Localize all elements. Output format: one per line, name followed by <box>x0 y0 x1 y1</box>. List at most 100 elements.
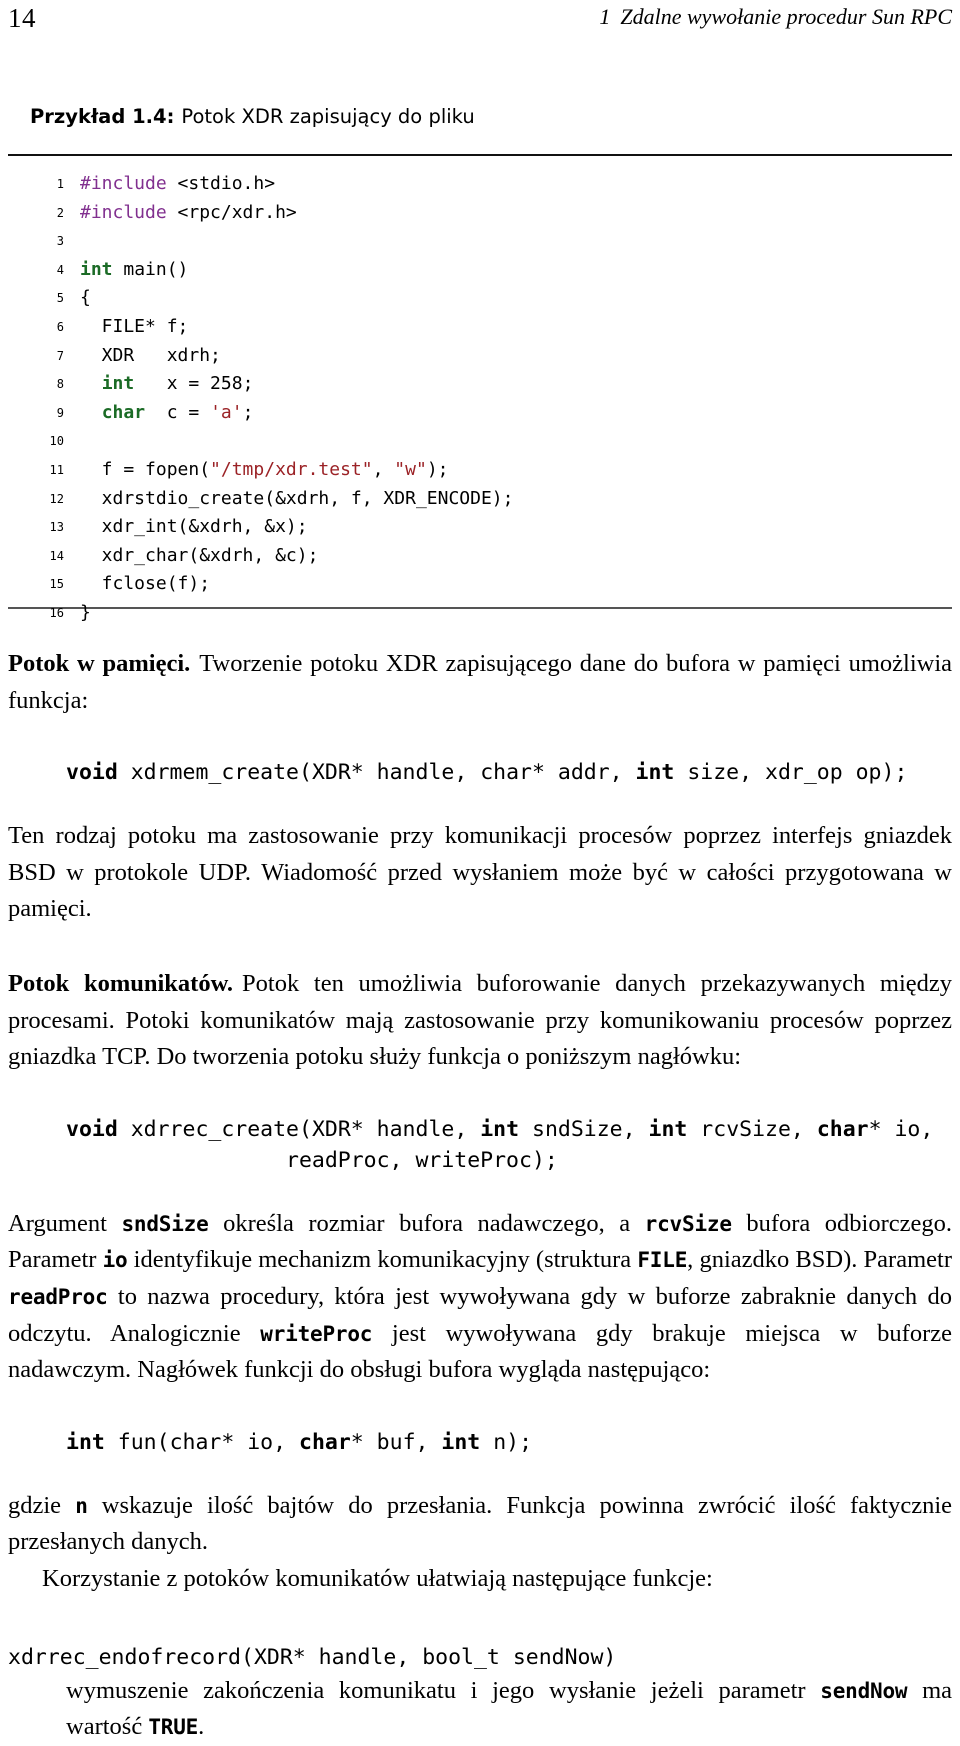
line-number: 1 <box>56 177 64 191</box>
body-text: Potok w pamięci. Tworzenie potoku XDR zap… <box>8 646 952 1746</box>
code-line: 14 xdr_char(&xdrh, &c); <box>30 542 513 571</box>
paragraph-record-stream-explain: Argument sndSize określa rozmiar bufora … <box>8 1206 952 1389</box>
running-head-chapter-number: 1 <box>599 4 611 29</box>
text-part: wskazuje ilość bajtów do przesłania. Fun… <box>8 1491 953 1556</box>
signature-keyword-void: void <box>66 1116 118 1142</box>
text-part: . <box>198 1713 205 1741</box>
line-code: FILE* f; <box>80 315 189 337</box>
paragraph-record-stream-intro: Potok komunikatów. Potok ten umożliwia bu… <box>8 966 952 1076</box>
line-code: f = fopen("/tmp/xdr.test", "w"); <box>80 458 449 480</box>
line-code: fclose(f); <box>80 573 211 595</box>
signature-part: * buf, <box>350 1429 442 1455</box>
code-listing: 1 #include <stdio.h> 2 #include <rpc/xdr.h… <box>30 170 514 628</box>
code-line: 10 <box>30 427 513 456</box>
code-line: 1 #include <stdio.h> <box>30 170 513 199</box>
running-head-title: 1 Zdalne wywołanie procedur Sun RPC <box>599 4 952 29</box>
line-code: xdr_int(&xdrh, &x); <box>80 516 308 538</box>
line-number: 10 <box>49 434 64 449</box>
signature-xdrrec-endofrecord: xdrrec_endofrecord(XDR* handle, bool_t s… <box>8 1644 617 1670</box>
paragraph-functions-intro: Korzystanie z potoków komunikatów ułatwi… <box>42 1564 713 1592</box>
line-number: 12 <box>49 491 64 506</box>
signature-part: size, xdr_op op); <box>674 760 908 786</box>
running-head: 14 1 Zdalne wywołanie procedur Sun RPC <box>0 0 960 40</box>
text-part: wymuszenie zakończenia komunikatu i jego… <box>66 1676 821 1704</box>
signature-keyword-char: char <box>816 1116 869 1142</box>
code-line: 7 XDR xdrh; <box>30 342 513 371</box>
listing-caption-label: Przykład 1.4: <box>30 105 175 128</box>
signature-xdrrec-create-line1: void xdrrec_create(XDR* handle, int sndS… <box>8 1114 952 1145</box>
line-number: 8 <box>56 377 64 392</box>
signature-keyword-int: int <box>480 1116 520 1142</box>
code-line: 12 xdrstdio_create(&xdrh, f, XDR_ENCODE)… <box>30 485 514 514</box>
signature-part: sndSize, <box>519 1116 649 1142</box>
line-number: 16 <box>49 605 64 620</box>
text-part: identyfikuje mechanizm komunikacyjny (st… <box>127 1246 638 1274</box>
line-code: int main() <box>80 258 189 280</box>
line-code: #include <rpc/xdr.h> <box>80 201 297 223</box>
code-line: 4 int main() <box>30 256 513 285</box>
signature-keyword-int: int <box>635 760 675 786</box>
line-number: 14 <box>49 548 64 563</box>
inline-code-sndsize: sndSize <box>121 1211 209 1236</box>
line-code: xdrstdio_create(&xdrh, f, XDR_ENCODE); <box>80 487 514 509</box>
inline-code-writeproc: writeProc <box>260 1321 373 1346</box>
code-line: 3 <box>30 227 513 256</box>
signature-part: fun(char* io, <box>104 1429 300 1455</box>
text-part: określa rozmiar bufora nadawczego, a <box>208 1209 645 1237</box>
inline-code-io: io <box>102 1248 128 1273</box>
line-number: 11 <box>49 462 64 477</box>
code-line: 9 char c = 'a'; <box>30 399 513 428</box>
line-code: } <box>80 601 91 623</box>
page-folio: 14 <box>8 3 36 33</box>
code-line: 15 fclose(f); <box>30 570 513 599</box>
inline-code-rcvsize: rcvSize <box>644 1211 732 1236</box>
code-line: 16} <box>30 599 513 628</box>
running-head-chapter-title: Zdalne wywołanie procedur Sun RPC <box>620 4 952 29</box>
text-part: , gniazdko BSD). Parametr <box>687 1246 952 1274</box>
signature-xdrrec-create-line2: readProc, writeProc); <box>286 1147 558 1173</box>
line-code: char c = 'a'; <box>101 401 254 423</box>
inline-code-true: TRUE <box>148 1715 199 1740</box>
line-number: 5 <box>56 291 64 306</box>
line-number: 2 <box>56 205 64 220</box>
document-page: 14 1 Zdalne wywołanie procedur Sun RPC Pr… <box>0 0 960 1740</box>
line-number: 6 <box>56 319 64 334</box>
code-line: 5{ <box>30 284 513 313</box>
signature-keyword-int: int <box>648 1116 688 1142</box>
line-code: XDR xdrh; <box>80 344 221 366</box>
line-number: 15 <box>49 577 64 592</box>
line-code: xdr_char(&xdrh, &c); <box>80 544 319 566</box>
paragraph-memory-stream-intro: Potok w pamięci. Tworzenie potoku XDR zap… <box>8 646 952 719</box>
signature-xdrmem-create: void xdrmem_create(XDR* handle, char* ad… <box>8 757 952 788</box>
signature-part: * io, <box>868 1116 934 1142</box>
signature-part: xdrmem_create(XDR* handle, char* addr, <box>117 760 636 786</box>
listing-rule-top <box>8 154 952 156</box>
lead-in-memory-stream: Potok w pamięci. <box>8 650 191 677</box>
line-number: 4 <box>56 262 64 277</box>
code-line: 2 #include <rpc/xdr.h> <box>30 199 513 228</box>
inline-code-n: n <box>75 1493 88 1518</box>
signature-keyword-int: int <box>66 1429 105 1455</box>
paragraph-fun-explain: gdzie n wskazuje ilość bajtów do przesła… <box>8 1488 952 1561</box>
lead-in-record-stream: Potok komunikatów. <box>8 969 234 997</box>
inline-code-readproc: readProc <box>8 1284 108 1309</box>
text-part: Argument <box>8 1209 122 1237</box>
line-code: #include <stdio.h> <box>80 173 276 194</box>
listing-caption-text: Potok XDR zapisujący do pliku <box>181 105 475 128</box>
signature-part: xdrrec_create(XDR* handle, <box>117 1116 481 1142</box>
code-line: 8 int x = 258; <box>30 370 513 399</box>
signature-fun: int fun(char* io, char* buf, int n); <box>8 1427 952 1458</box>
signature-part: rcvSize, <box>687 1116 817 1142</box>
line-number: 7 <box>56 348 64 363</box>
code-line: 6 FILE* f; <box>30 313 513 342</box>
paragraph-memory-stream-body: Ten rodzaj potoku ma zastosowanie przy k… <box>8 822 952 923</box>
signature-keyword-char: char <box>299 1429 351 1455</box>
signature-part: n); <box>480 1429 533 1455</box>
code-line: 11 f = fopen("/tmp/xdr.test", "w"); <box>30 456 513 485</box>
inline-code-file: FILE <box>637 1248 688 1273</box>
line-code: int x = 258; <box>101 373 254 395</box>
text-part: gdzie <box>8 1491 76 1519</box>
signature-keyword-int: int <box>441 1429 481 1455</box>
line-code: { <box>80 287 91 309</box>
line-number: 13 <box>49 520 64 535</box>
